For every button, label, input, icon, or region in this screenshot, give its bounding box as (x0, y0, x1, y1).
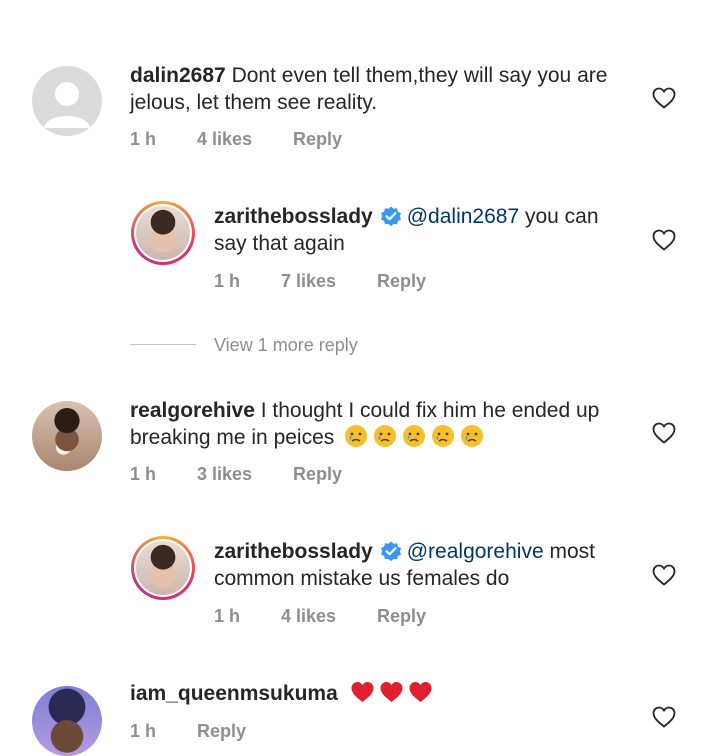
emoji-group (350, 682, 437, 705)
profile-photo (136, 541, 190, 595)
comment-likes[interactable]: 3 likes (197, 464, 252, 485)
red-heart-emoji (409, 682, 432, 702)
mention-link[interactable]: @realgorehive (407, 540, 544, 563)
comment-body: iam_queenmsukuma (130, 680, 630, 707)
reply-button[interactable]: Reply (293, 129, 342, 150)
story-avatar[interactable] (131, 536, 195, 600)
comment-body: realgorehive I thought I could fix him h… (130, 397, 630, 451)
heart-outline-icon[interactable] (652, 422, 676, 444)
verified-badge-icon (380, 541, 401, 562)
comment-time: 1 h (214, 271, 241, 291)
red-heart-emoji (351, 682, 374, 702)
reply-button[interactable]: Reply (377, 606, 426, 627)
person-silhouette-icon (44, 82, 90, 128)
comment-body: zarithebosslady @realgorehive most commo… (214, 538, 634, 592)
profile-avatar[interactable] (32, 686, 102, 756)
divider-line (130, 344, 196, 345)
crying-face-emoji (461, 425, 484, 447)
story-avatar[interactable] (131, 201, 195, 265)
default-avatar[interactable] (32, 66, 102, 136)
heart-outline-icon[interactable] (652, 229, 676, 251)
profile-photo (136, 206, 190, 260)
heart-outline-icon[interactable] (652, 87, 676, 109)
comment-time: 1 h (130, 464, 157, 484)
comment-username[interactable]: zarithebosslady (214, 540, 373, 563)
reply-button[interactable]: Reply (197, 721, 246, 742)
profile-avatar[interactable] (32, 401, 102, 471)
comment-likes[interactable]: 7 likes (281, 271, 336, 292)
reply-button[interactable]: Reply (377, 271, 426, 292)
crying-face-emoji (403, 425, 426, 447)
mention-link[interactable]: @dalin2687 (407, 205, 519, 228)
comment-time: 1 h (130, 129, 157, 149)
comment-likes[interactable]: 4 likes (281, 606, 336, 627)
view-more-label[interactable]: View 1 more reply (214, 335, 358, 356)
heart-outline-icon[interactable] (652, 706, 676, 728)
heart-outline-icon[interactable] (652, 564, 676, 586)
comment-username[interactable]: iam_queenmsukuma (130, 682, 338, 705)
crying-face-emoji (432, 425, 455, 447)
comment-body: dalin2687 Dont even tell them,they will … (130, 62, 630, 116)
reply-button[interactable]: Reply (293, 464, 342, 485)
comment-username[interactable]: realgorehive (130, 399, 255, 422)
comment-time: 1 h (130, 721, 157, 741)
comment-username[interactable]: dalin2687 (130, 64, 226, 87)
crying-face-emoji (374, 425, 397, 447)
crying-face-emoji (345, 425, 368, 447)
comment-username[interactable]: zarithebosslady (214, 205, 373, 228)
verified-badge-icon (380, 206, 401, 227)
comment-time: 1 h (214, 606, 241, 626)
red-heart-emoji (380, 682, 403, 702)
comment-likes[interactable]: 4 likes (197, 129, 252, 150)
comment-body: zarithebosslady @dalin2687 you can say t… (214, 203, 634, 257)
emoji-group (344, 425, 489, 449)
